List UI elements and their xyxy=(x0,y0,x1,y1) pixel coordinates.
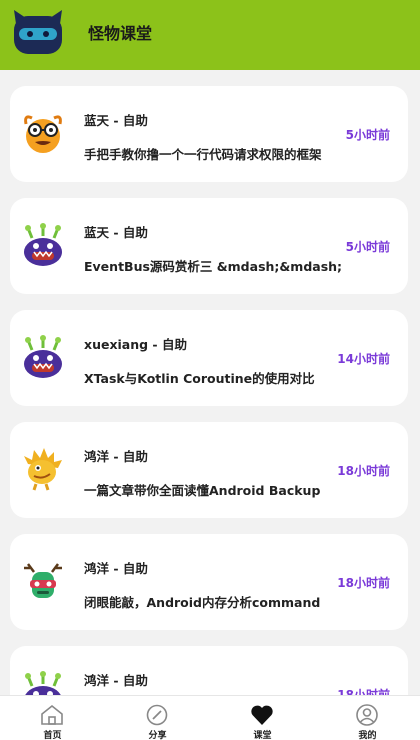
purple-monster-avatar-icon xyxy=(24,335,62,378)
bottom-tab-bar: 首页 分享 课堂 我的 xyxy=(0,695,420,740)
tab-label: 我的 xyxy=(358,731,377,740)
article-card[interactable]: 鸿洋 - 自助 18小时前 xyxy=(10,646,408,695)
article-author: 鸿洋 - 自助 xyxy=(84,561,148,576)
purple-monster-avatar-icon xyxy=(24,223,62,266)
home-icon xyxy=(41,704,63,725)
tab-home[interactable]: 首页 xyxy=(0,696,105,740)
article-time: 18小时前 xyxy=(337,464,390,478)
tab-share[interactable]: 分享 xyxy=(105,696,210,740)
article-time: 5小时前 xyxy=(345,128,390,142)
heart-icon xyxy=(251,705,273,725)
article-time: 18小时前 xyxy=(337,688,390,695)
article-title[interactable]: 手把手教你撸一个一行代码请求权限的框架 xyxy=(84,144,342,163)
article-title[interactable]: 闭眼能敲，Android内存分析command xyxy=(84,592,342,611)
article-title[interactable]: XTask与Kotlin Coroutine的使用对比 xyxy=(84,368,342,387)
profile-icon xyxy=(356,704,378,726)
tab-label: 首页 xyxy=(43,731,62,740)
article-title[interactable]: EventBus源码赏析三 &mdash;&mdash; 订阅信.. xyxy=(84,256,342,275)
orange-monster-avatar-icon xyxy=(24,115,62,153)
article-author: 蓝天 - 自助 xyxy=(84,225,148,240)
tab-class[interactable]: 课堂 xyxy=(210,696,315,740)
article-time: 18小时前 xyxy=(337,576,390,590)
article-card[interactable]: 鸿洋 - 自助 一篇文章带你全面读懂Android Backup 18小时前 xyxy=(10,422,408,518)
yellow-monster-avatar-icon xyxy=(24,448,62,491)
tab-label: 课堂 xyxy=(253,731,272,740)
tab-label: 分享 xyxy=(148,731,167,740)
article-author: xuexiang - 自助 xyxy=(84,337,187,352)
monster-logo-icon xyxy=(14,10,62,54)
article-list[interactable]: 蓝天 - 自助 手把手教你撸一个一行代码请求权限的框架 5小时前 蓝天 - 自助… xyxy=(0,70,420,695)
purple-monster-avatar-icon xyxy=(25,671,61,695)
article-author: 鸿洋 - 自助 xyxy=(84,673,148,688)
app-header: 怪物课堂 xyxy=(0,0,420,70)
article-card[interactable]: xuexiang - 自助 XTask与Kotlin Coroutine的使用对… xyxy=(10,310,408,406)
article-author: 鸿洋 - 自助 xyxy=(84,449,148,464)
green-monster-avatar-icon xyxy=(24,563,62,598)
article-title[interactable]: 一篇文章带你全面读懂Android Backup xyxy=(84,480,342,499)
compass-icon xyxy=(146,704,168,726)
article-card[interactable]: 蓝天 - 自助 手把手教你撸一个一行代码请求权限的框架 5小时前 xyxy=(10,86,408,182)
page-title: 怪物课堂 xyxy=(88,24,153,43)
article-author: 蓝天 - 自助 xyxy=(84,113,148,128)
tab-mine[interactable]: 我的 xyxy=(315,696,420,740)
article-time: 5小时前 xyxy=(345,240,390,254)
article-card[interactable]: 蓝天 - 自助 EventBus源码赏析三 &mdash;&mdash; 订阅信… xyxy=(10,198,408,294)
article-time: 14小时前 xyxy=(337,352,390,366)
article-card[interactable]: 鸿洋 - 自助 闭眼能敲，Android内存分析command 18小时前 xyxy=(10,534,408,630)
